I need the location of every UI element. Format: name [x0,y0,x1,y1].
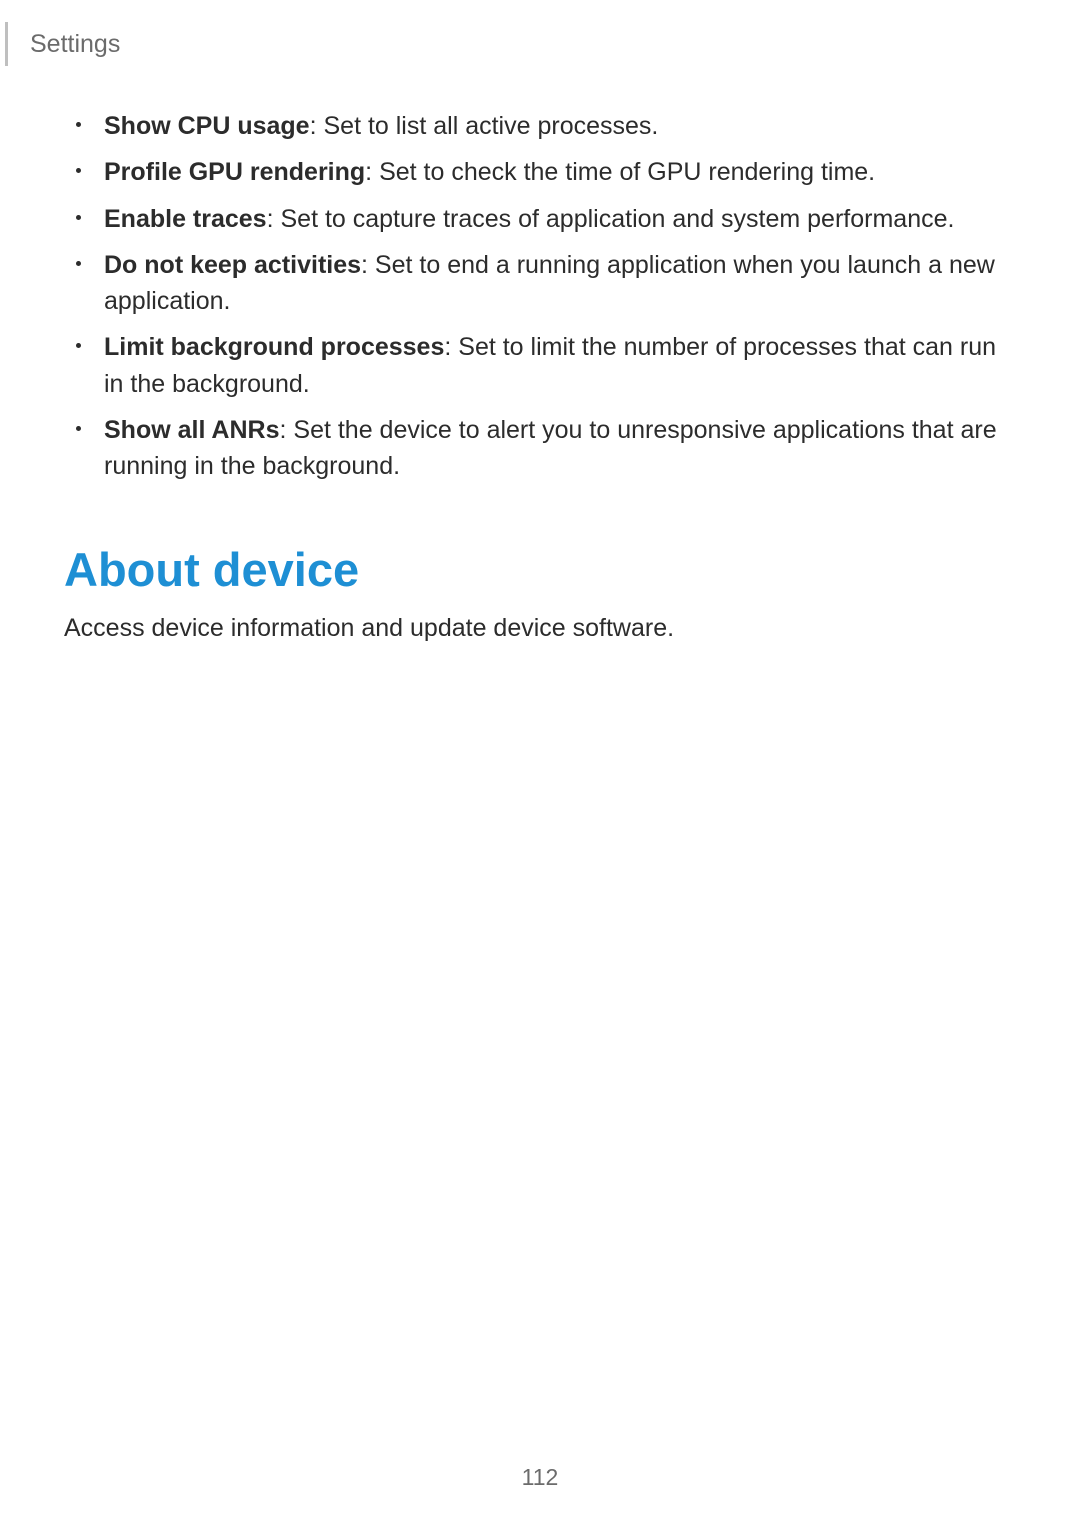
page-number: 112 [0,1464,1080,1491]
bullet-dot-icon [76,261,81,266]
list-item-term: Enable traces [104,205,267,233]
page-header: Settings [5,22,120,66]
list-item-term: Profile GPU rendering [104,158,365,186]
list-item: Show CPU usage: Set to list all active p… [64,108,1016,144]
list-item-desc: : Set to list all active processes. [310,112,659,140]
page-content: Show CPU usage: Set to list all active p… [64,108,1016,646]
bullet-dot-icon [76,168,81,173]
bullet-list: Show CPU usage: Set to list all active p… [64,108,1016,484]
list-item-term: Show CPU usage [104,112,310,140]
bullet-dot-icon [76,215,81,220]
list-item-term: Show all ANRs [104,416,280,444]
header-rule [5,22,8,66]
list-item: Do not keep activities: Set to end a run… [64,247,1016,320]
list-item-desc: : Set to check the time of GPU rendering… [365,158,875,186]
bullet-dot-icon [76,426,81,431]
list-item-term: Do not keep activities [104,251,361,279]
page: Settings Show CPU usage: Set to list all… [0,0,1080,1527]
bullet-dot-icon [76,122,81,127]
list-item: Profile GPU rendering: Set to check the … [64,154,1016,190]
list-item-term: Limit background processes [104,333,444,361]
header-title: Settings [30,30,120,59]
bullet-dot-icon [76,343,81,348]
list-item: Enable traces: Set to capture traces of … [64,201,1016,237]
section-description: Access device information and update dev… [64,611,1016,646]
list-item: Limit background processes: Set to limit… [64,329,1016,402]
list-item: Show all ANRs: Set the device to alert y… [64,412,1016,485]
section-title-about-device: About device [64,542,1016,597]
list-item-desc: : Set to capture traces of application a… [267,205,955,233]
